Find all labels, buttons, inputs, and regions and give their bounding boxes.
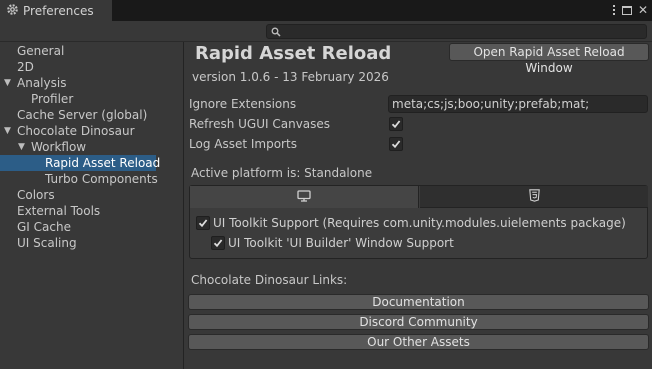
gear-icon [6,3,19,19]
sidebar-item-label: External Tools [17,204,101,218]
sidebar-item-label: Chocolate Dinosaur [17,124,135,138]
sidebar-item-label: Workflow [31,140,87,154]
checkmark-icon [213,239,223,248]
sidebar-item-general[interactable]: General [0,43,183,59]
sidebar-item-gi-cache[interactable]: GI Cache [0,219,183,235]
sidebar-item-rapid-asset-reload[interactable]: Rapid Asset Reload [0,155,160,171]
sidebar-item-label: Cache Server (global) [17,108,148,122]
other-assets-button[interactable]: Our Other Assets [188,334,649,350]
ui-builder-support-checkbox[interactable] [211,236,225,250]
checkmark-icon [391,120,401,129]
sidebar-item-label: UI Scaling [17,236,77,250]
toolbar [0,21,652,42]
preferences-tab[interactable]: Preferences [0,0,112,21]
sidebar-item-external-tools[interactable]: External Tools [0,203,183,219]
sidebar-item-turbo-components[interactable]: Turbo Components [0,171,183,187]
links-heading: Chocolate Dinosaur Links: [191,273,348,287]
sidebar-item-colors[interactable]: Colors [0,187,183,203]
sidebar-item-label: Profiler [31,92,74,106]
foldout-arrow-icon[interactable]: ▼ [4,123,11,139]
refresh-ugui-checkbox[interactable] [389,117,403,131]
active-platform-text: Active platform is: Standalone [191,166,373,180]
search-icon [271,26,281,40]
sidebar-item-2d[interactable]: 2D [0,59,183,75]
open-window-button[interactable]: Open Rapid Asset Reload Window [449,43,649,75]
sidebar-item-label: GI Cache [17,220,71,234]
log-imports-label: Log Asset Imports [189,137,297,151]
ignore-extensions-label: Ignore Extensions [189,97,297,111]
foldout-arrow-icon[interactable]: ▼ [18,139,25,155]
documentation-button[interactable]: Documentation [188,294,649,310]
sidebar-item-label: Rapid Asset Reload [45,156,161,170]
sidebar-item-label: General [17,44,65,58]
page-title: Rapid Asset Reload [195,43,392,64]
preferences-sidebar: General 2D ▼ Analysis Profiler Cache Server (… [0,42,184,369]
more-options-icon[interactable] [612,5,616,15]
version-text: version 1.0.6 - 13 February 2026 [192,70,389,84]
checkmark-icon [198,219,208,228]
tab-webgl[interactable] [420,186,648,208]
search-field[interactable] [266,24,647,39]
monitor-icon [297,189,311,205]
ui-builder-support-label: UI Toolkit 'UI Builder' Window Support [228,236,454,250]
sidebar-item-ui-scaling[interactable]: UI Scaling [0,235,183,251]
ui-toolkit-support-label: UI Toolkit Support (Requires com.unity.m… [213,216,626,230]
sidebar-item-chocolate-dinosaur[interactable]: ▼ Chocolate Dinosaur [0,123,183,139]
log-imports-checkbox[interactable] [389,137,403,151]
sidebar-item-label: Turbo Components [45,172,158,186]
tab-standalone[interactable] [190,186,419,208]
discord-community-button[interactable]: Discord Community [188,314,649,330]
sidebar-item-analysis[interactable]: ▼ Analysis [0,75,183,91]
checkmark-icon [391,140,401,149]
ignore-extensions-field[interactable]: meta;cs;js;boo;unity;prefab;mat; [388,95,648,113]
window-title: Preferences [23,3,94,18]
refresh-ugui-label: Refresh UGUI Canvases [189,117,331,131]
close-icon[interactable]: ✕ [638,3,648,17]
sidebar-item-cache-server-global[interactable]: Cache Server (global) [0,107,183,123]
html5-icon [528,188,540,205]
platform-settings-box: UI Toolkit Support (Requires com.unity.m… [189,185,648,259]
maximize-icon[interactable] [621,5,632,15]
ui-toolkit-support-checkbox[interactable] [196,216,210,230]
sidebar-item-profiler[interactable]: Profiler [0,91,183,107]
foldout-arrow-icon[interactable]: ▼ [4,75,11,91]
settings-panel: Rapid Asset Reload Open Rapid Asset Relo… [185,42,652,369]
sidebar-item-label: Analysis [17,76,67,90]
sidebar-item-label: Colors [17,188,55,202]
sidebar-item-workflow[interactable]: ▼ Workflow [0,139,183,155]
sidebar-item-label: 2D [17,60,34,74]
window-titlebar: Preferences ✕ [0,0,652,21]
